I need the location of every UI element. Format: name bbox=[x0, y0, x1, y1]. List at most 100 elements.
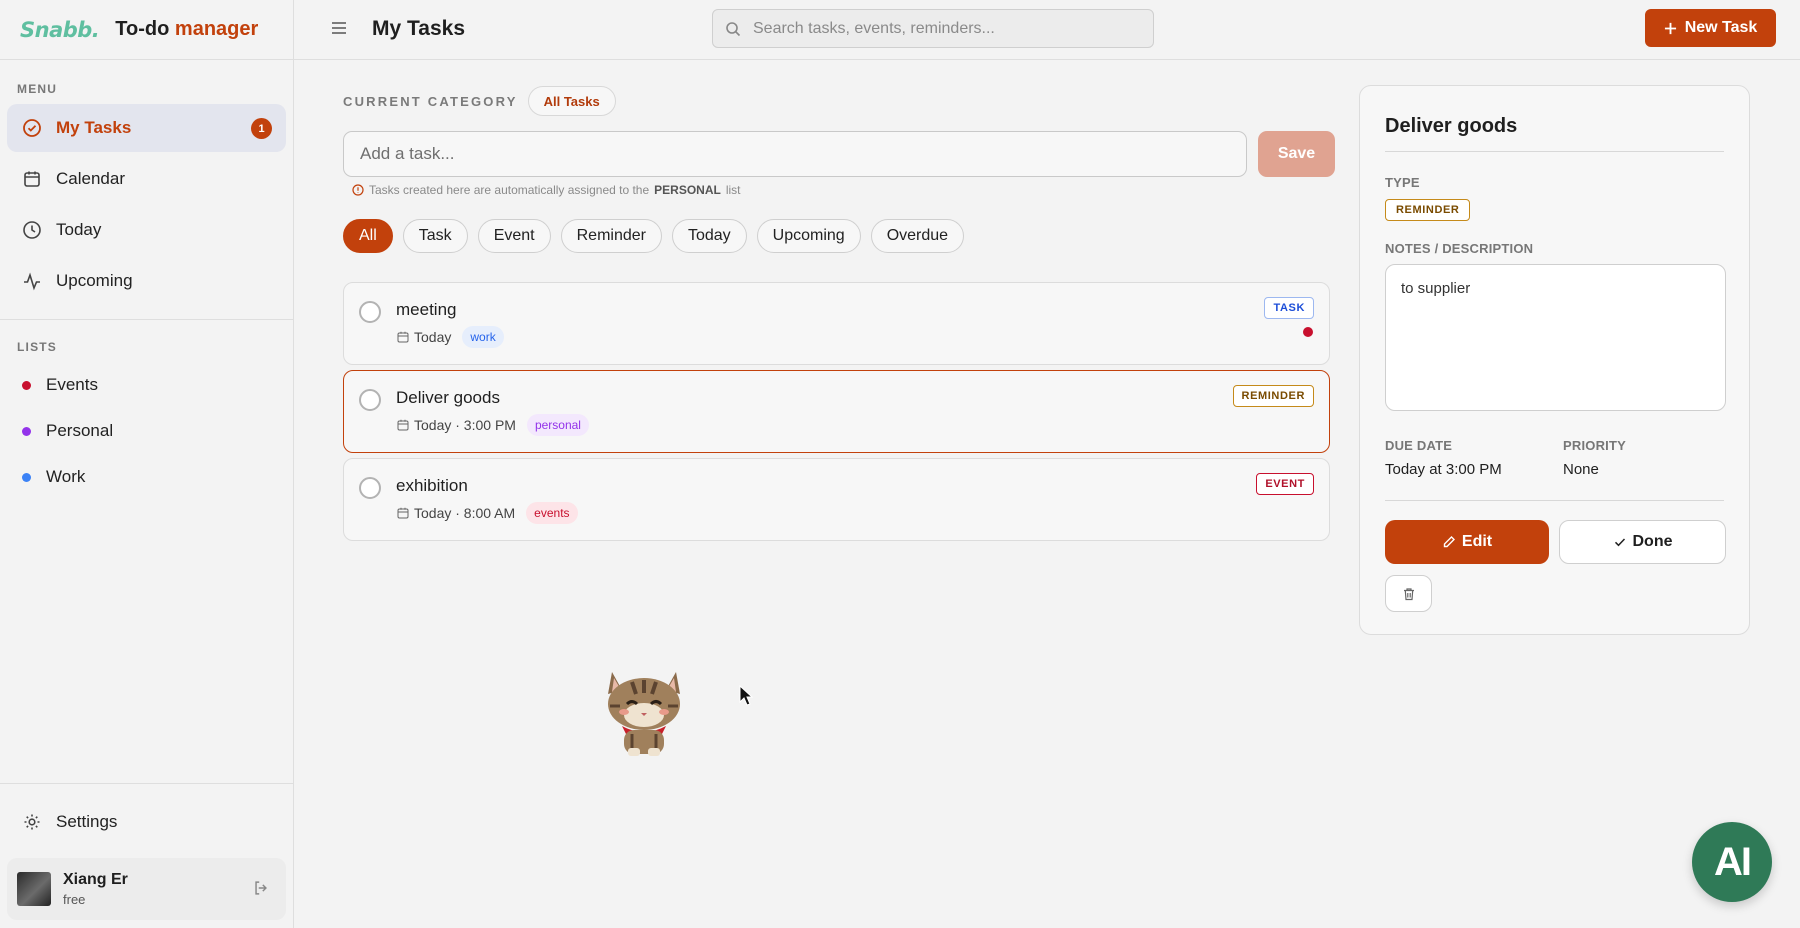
details-divider bbox=[1385, 151, 1724, 152]
user-card[interactable]: Xiang Er free bbox=[7, 858, 286, 920]
task-checkbox[interactable] bbox=[359, 389, 381, 411]
task-type-badge: TASK bbox=[1264, 297, 1314, 319]
mouse-cursor-icon bbox=[739, 685, 754, 706]
lists-section-label: LISTS bbox=[17, 340, 58, 354]
task-checkbox[interactable] bbox=[359, 301, 381, 323]
hint-prefix: Tasks created here are automatically ass… bbox=[369, 183, 650, 197]
task-meta: Today work bbox=[397, 326, 504, 348]
task-title: meeting bbox=[396, 300, 457, 319]
task-row[interactable]: meeting Today work TASK bbox=[343, 282, 1330, 365]
gear-icon bbox=[24, 814, 40, 830]
ai-assistant-button[interactable]: AI bbox=[1692, 822, 1772, 902]
sidebar-item-calendar[interactable]: Calendar bbox=[7, 155, 286, 203]
task-type-badge: EVENT bbox=[1256, 473, 1314, 495]
task-title: exhibition bbox=[396, 476, 468, 495]
search-bar[interactable] bbox=[712, 9, 1154, 48]
sidebar-item-my-tasks[interactable]: My Tasks 1 bbox=[7, 104, 286, 152]
menu-toggle-icon[interactable] bbox=[330, 19, 348, 37]
save-button[interactable]: Save bbox=[1258, 131, 1335, 177]
task-row[interactable]: exhibition Today · 8:00 AM events EVENT bbox=[343, 458, 1330, 541]
logout-icon[interactable] bbox=[252, 879, 270, 897]
details-title: Deliver goods bbox=[1385, 115, 1518, 137]
sidebar-item-label: Calendar bbox=[56, 169, 125, 188]
filter-all[interactable]: All bbox=[343, 219, 393, 253]
user-plan: free bbox=[63, 892, 86, 907]
filter-today[interactable]: Today bbox=[671, 219, 747, 253]
filter-upcoming[interactable]: Upcoming bbox=[756, 219, 861, 253]
hint-list-name: PERSONAL bbox=[654, 183, 721, 197]
check-circle-icon bbox=[23, 119, 41, 137]
user-name: Xiang Er bbox=[63, 871, 128, 888]
filter-overdue[interactable]: Overdue bbox=[870, 219, 965, 253]
task-tag: events bbox=[526, 502, 578, 524]
new-task-label: New Task bbox=[1684, 19, 1758, 36]
settings-section: Settings bbox=[0, 783, 293, 846]
category-row: CURRENT CATEGORY All Tasks bbox=[343, 86, 616, 116]
sidebar-item-today[interactable]: Today bbox=[7, 206, 286, 254]
task-list: meeting Today work TASK Deliver goods To… bbox=[343, 282, 1330, 546]
task-row[interactable]: Deliver goods Today · 3:00 PM personal R… bbox=[343, 370, 1330, 453]
add-task-input[interactable] bbox=[343, 131, 1247, 177]
type-label: TYPE bbox=[1385, 175, 1420, 190]
list-label: Work bbox=[46, 467, 86, 486]
app-name-accent: manager bbox=[174, 18, 259, 40]
notes-field[interactable]: to supplier bbox=[1385, 264, 1726, 411]
sidebar-list-work[interactable]: Work bbox=[0, 454, 293, 500]
task-meta: Today · 8:00 AM events bbox=[397, 502, 578, 524]
sidebar-item-settings[interactable]: Settings bbox=[7, 798, 286, 846]
list-label: Personal bbox=[46, 421, 114, 440]
done-button[interactable]: Done bbox=[1559, 520, 1726, 564]
new-task-button[interactable]: New Task bbox=[1645, 9, 1776, 47]
task-count-badge: 1 bbox=[251, 118, 272, 139]
filter-task[interactable]: Task bbox=[402, 219, 468, 253]
page-title: My Tasks bbox=[372, 17, 465, 40]
task-when: Today · 3:00 PM bbox=[414, 417, 516, 433]
menu-section-label: MENU bbox=[17, 82, 58, 96]
brand-logo[interactable]: Snabb. bbox=[20, 18, 100, 42]
calendar-icon bbox=[397, 507, 409, 519]
sidebar-list-events[interactable]: Events bbox=[0, 362, 293, 408]
category-pill[interactable]: All Tasks bbox=[527, 86, 616, 116]
task-meta: Today · 3:00 PM personal bbox=[397, 414, 589, 436]
sidebar-item-label: My Tasks bbox=[56, 118, 132, 137]
check-icon bbox=[1614, 538, 1625, 547]
task-title: Deliver goods bbox=[396, 388, 500, 407]
search-input[interactable] bbox=[753, 19, 1133, 38]
avatar bbox=[17, 872, 51, 906]
sidebar-item-upcoming[interactable]: Upcoming bbox=[7, 257, 286, 305]
category-label: CURRENT CATEGORY bbox=[343, 93, 518, 109]
task-tag: work bbox=[462, 326, 504, 348]
hint-suffix: list bbox=[725, 183, 741, 197]
app-name: To-do manager bbox=[115, 18, 258, 41]
details-type-badge: REMINDER bbox=[1385, 199, 1471, 221]
calendar-icon bbox=[24, 171, 40, 187]
task-tag: personal bbox=[526, 414, 589, 436]
due-date-value: Today at 3:00 PM bbox=[1385, 461, 1502, 478]
details-divider bbox=[1385, 500, 1724, 501]
task-when: Today bbox=[414, 329, 452, 345]
search-icon bbox=[726, 21, 741, 36]
edit-button[interactable]: Edit bbox=[1385, 520, 1549, 564]
list-color-dot bbox=[22, 426, 31, 436]
priority-label: PRIORITY bbox=[1563, 438, 1626, 453]
clock-icon bbox=[23, 221, 41, 239]
filter-bar: All Task Event Reminder Today Upcoming O… bbox=[343, 219, 965, 253]
cat-mascot-image bbox=[608, 672, 680, 756]
sidebar-list-personal[interactable]: Personal bbox=[0, 408, 293, 454]
status-dot bbox=[1303, 327, 1313, 337]
task-checkbox[interactable] bbox=[359, 477, 381, 499]
brand-header: Snabb. To-do manager bbox=[0, 0, 293, 60]
done-label: Done bbox=[1632, 533, 1673, 550]
add-task-hint: Tasks created here are automatically ass… bbox=[352, 183, 741, 197]
sidebar-divider bbox=[0, 319, 293, 320]
pencil-icon bbox=[1443, 536, 1455, 548]
topbar: My Tasks New Task bbox=[294, 0, 1800, 60]
filter-event[interactable]: Event bbox=[477, 219, 551, 253]
task-when: Today · 8:00 AM bbox=[414, 505, 516, 521]
delete-button[interactable] bbox=[1385, 575, 1432, 612]
task-type-badge: REMINDER bbox=[1232, 385, 1314, 407]
calendar-icon bbox=[397, 419, 409, 431]
filter-reminder[interactable]: Reminder bbox=[560, 219, 662, 253]
list-color-dot bbox=[22, 472, 31, 482]
sidebar-item-label: Today bbox=[56, 220, 102, 239]
